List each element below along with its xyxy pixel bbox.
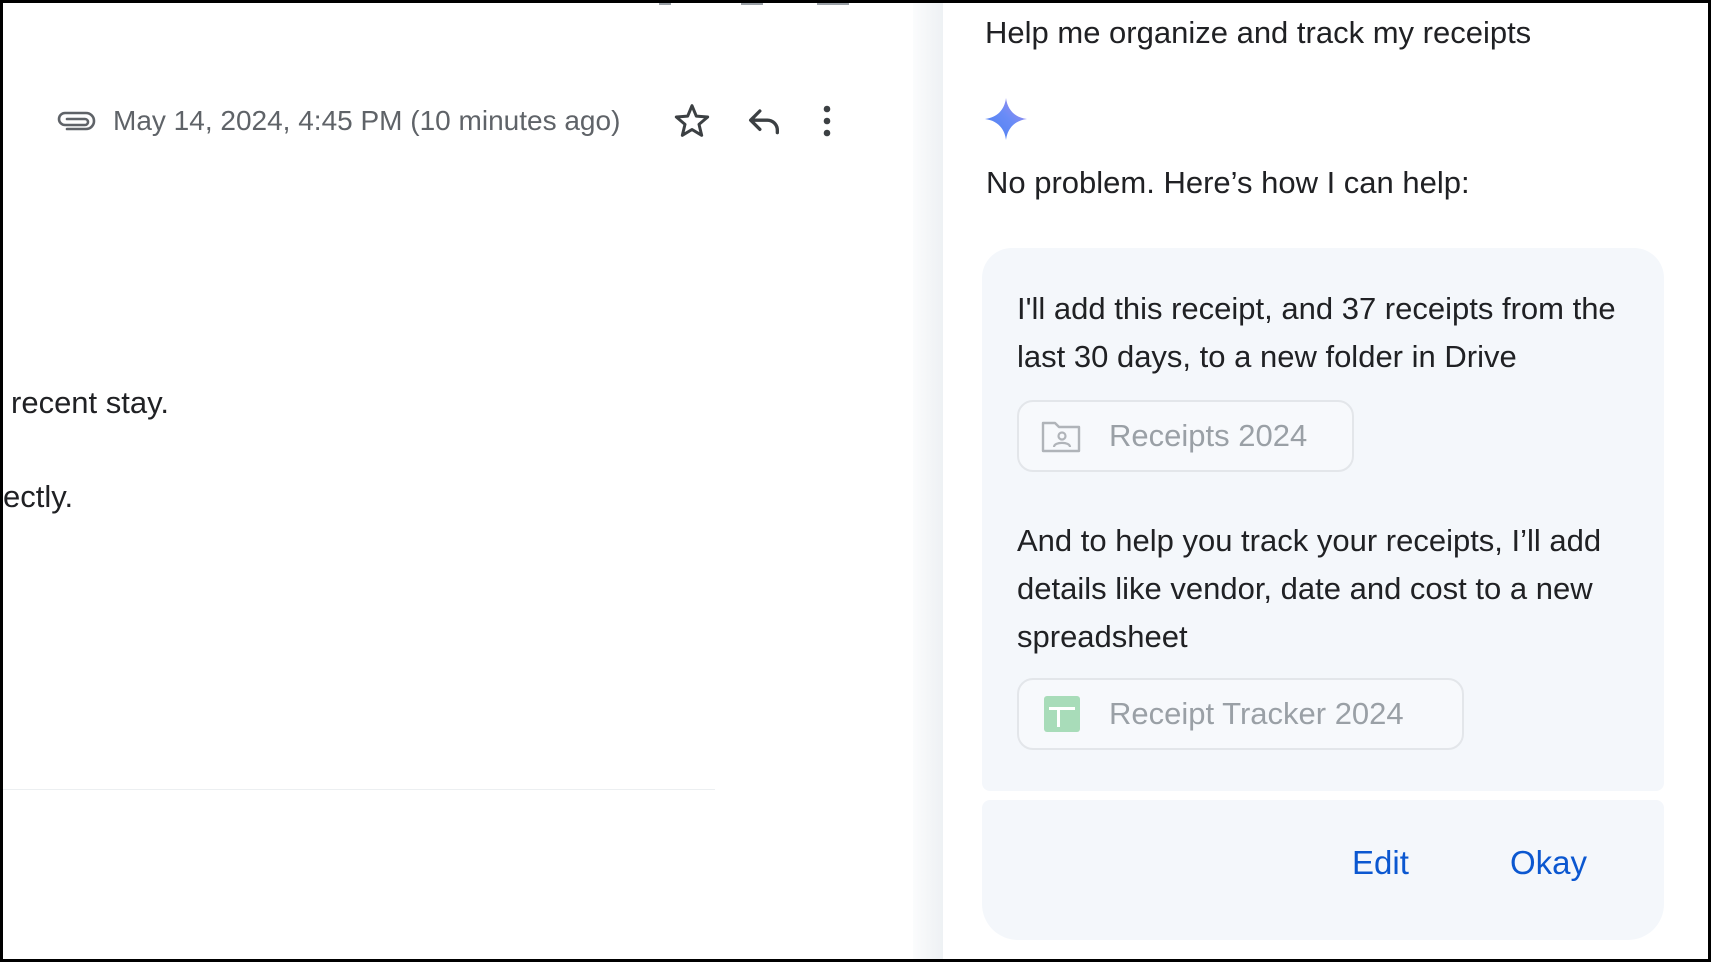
email-body-line: ectly.: [3, 479, 74, 514]
email-timestamp: May 14, 2024, 4:45 PM (10 minutes ago): [113, 105, 621, 136]
user-prompt: Help me organize and track my receipts: [985, 15, 1532, 50]
sheets-chip[interactable]: Receipt Tracker 2024: [1017, 678, 1464, 750]
edit-button[interactable]: Edit: [1352, 844, 1409, 882]
assistant-reply-intro: No problem. Here’s how I can help:: [986, 165, 1470, 200]
gemini-sparkle-icon: [983, 96, 1029, 142]
chip-label: Receipts 2024: [1109, 418, 1308, 453]
app-window: May 14, 2024, 4:45 PM (10 minutes ago) r…: [3, 3, 1708, 959]
sheets-icon: [1039, 694, 1083, 734]
email-view: May 14, 2024, 4:45 PM (10 minutes ago) r…: [3, 3, 913, 959]
drive-folder-icon: [1039, 416, 1083, 456]
action-bar: Edit Okay: [982, 800, 1664, 940]
star-icon[interactable]: [670, 99, 714, 143]
step-description: I'll add this receipt, and 37 receipts f…: [1017, 291, 1616, 374]
action-plan-card: I'll add this receipt, and 37 receipts f…: [982, 248, 1664, 791]
gemini-side-panel: Help me organize and track my receipts N…: [943, 3, 1708, 959]
email-divider: [3, 789, 715, 790]
drive-folder-chip[interactable]: Receipts 2024: [1017, 400, 1354, 472]
reply-icon[interactable]: [742, 99, 786, 143]
email-body-line: recent stay.: [11, 385, 169, 420]
paperclip-icon: [55, 106, 99, 136]
okay-button[interactable]: Okay: [1510, 844, 1587, 882]
pane-separator: [913, 3, 943, 959]
step-description: And to help you track your receipts, I’l…: [1017, 523, 1602, 654]
email-meta-row: May 14, 2024, 4:45 PM (10 minutes ago): [55, 99, 855, 143]
chip-label: Receipt Tracker 2024: [1109, 696, 1404, 731]
toolbar-edge: [3, 3, 913, 7]
more-vert-icon[interactable]: [813, 99, 841, 143]
